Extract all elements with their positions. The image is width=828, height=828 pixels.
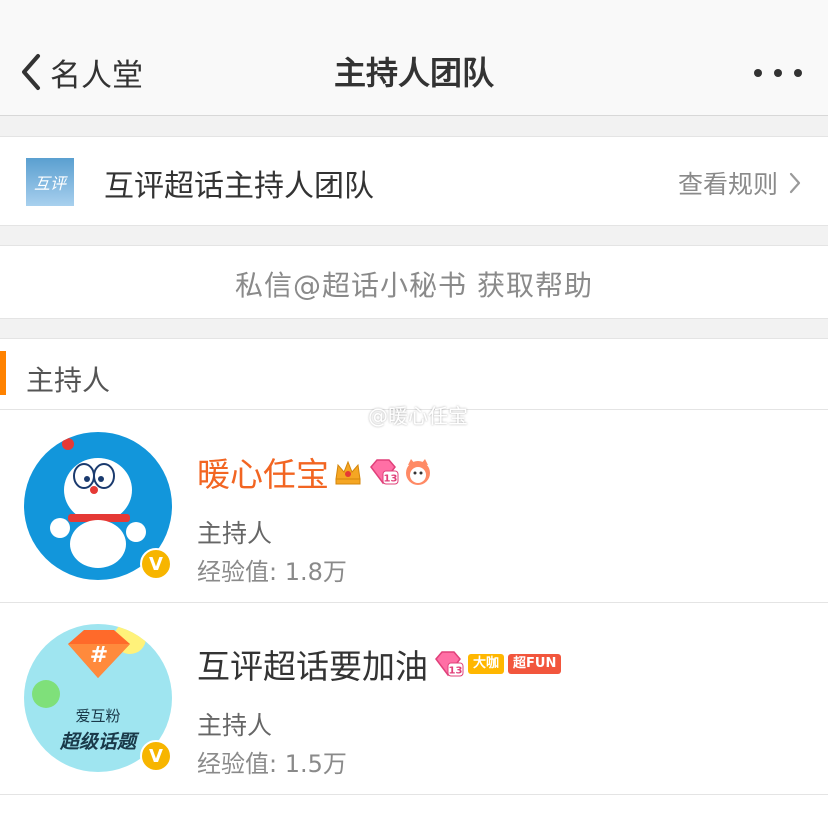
- team-logo-text: 互评: [33, 174, 66, 193]
- page-title: 主持人团队: [333, 54, 494, 92]
- badge-group: 13: [333, 457, 437, 487]
- nav-bar: 名人堂 主持人团队: [0, 0, 828, 116]
- level-13-gem-icon: 13: [435, 651, 464, 677]
- more-dots-icon: [754, 69, 802, 77]
- team-card: 互评 互评超话主持人团队 查看规则: [0, 136, 828, 226]
- host-row[interactable]: # 爱互粉 超级话题 V 互评超话要加油 13 大咖 超FUN 主持人 经验值:…: [0, 602, 828, 795]
- host-row[interactable]: V 暖心任宝 13 主持人 经验值: 1.8万: [0, 410, 828, 603]
- verified-badge-icon: V: [140, 548, 172, 580]
- crown-icon: [335, 460, 361, 485]
- avatar-text-top: 爱互粉: [75, 707, 120, 725]
- badge-group: 13 大咖 超FUN: [432, 649, 565, 679]
- view-rules-link[interactable]: 查看规则: [678, 165, 802, 201]
- daka-badge: 大咖: [468, 654, 505, 674]
- host-name-line: 互评超话要加油 13 大咖 超FUN: [197, 640, 565, 688]
- host-role: 主持人: [197, 519, 273, 548]
- host-name[interactable]: 互评超话要加油: [197, 640, 428, 688]
- view-rules-label: 查看规则: [677, 170, 778, 199]
- section-header: 主持人: [0, 339, 828, 410]
- svg-text:#: #: [90, 643, 108, 668]
- svg-text:13: 13: [449, 666, 463, 677]
- host-exp: 经验值: 1.8万: [197, 558, 347, 586]
- svg-text:13: 13: [384, 474, 398, 485]
- section-title: 主持人: [26, 364, 111, 397]
- cat-face-icon: [406, 459, 430, 485]
- team-name: 互评超话主持人团队: [104, 169, 374, 204]
- verified-badge-icon: V: [140, 740, 172, 772]
- level-13-gem-icon: 13: [370, 459, 399, 485]
- chevron-right-icon: [789, 172, 801, 194]
- more-button[interactable]: [752, 58, 804, 88]
- host-exp: 经验值: 1.5万: [197, 750, 347, 778]
- team-logo: 互评: [26, 158, 74, 206]
- host-role: 主持人: [197, 711, 273, 740]
- hosts-card: 主持人 V 暖心任宝 13 主持人 经验值: 1.8万 # 爱互粉 超级话题 V…: [0, 338, 828, 828]
- host-name-line: 暖心任宝 13: [197, 448, 437, 496]
- chao-fun-badge: 超FUN: [508, 654, 562, 674]
- avatar-text-bottom: 超级话题: [59, 731, 140, 753]
- section-accent-bar: [0, 351, 6, 395]
- help-card[interactable]: 私信@超话小秘书 获取帮助: [0, 245, 828, 319]
- host-name[interactable]: 暖心任宝: [197, 448, 329, 496]
- help-text: 私信@超话小秘书 获取帮助: [235, 269, 593, 302]
